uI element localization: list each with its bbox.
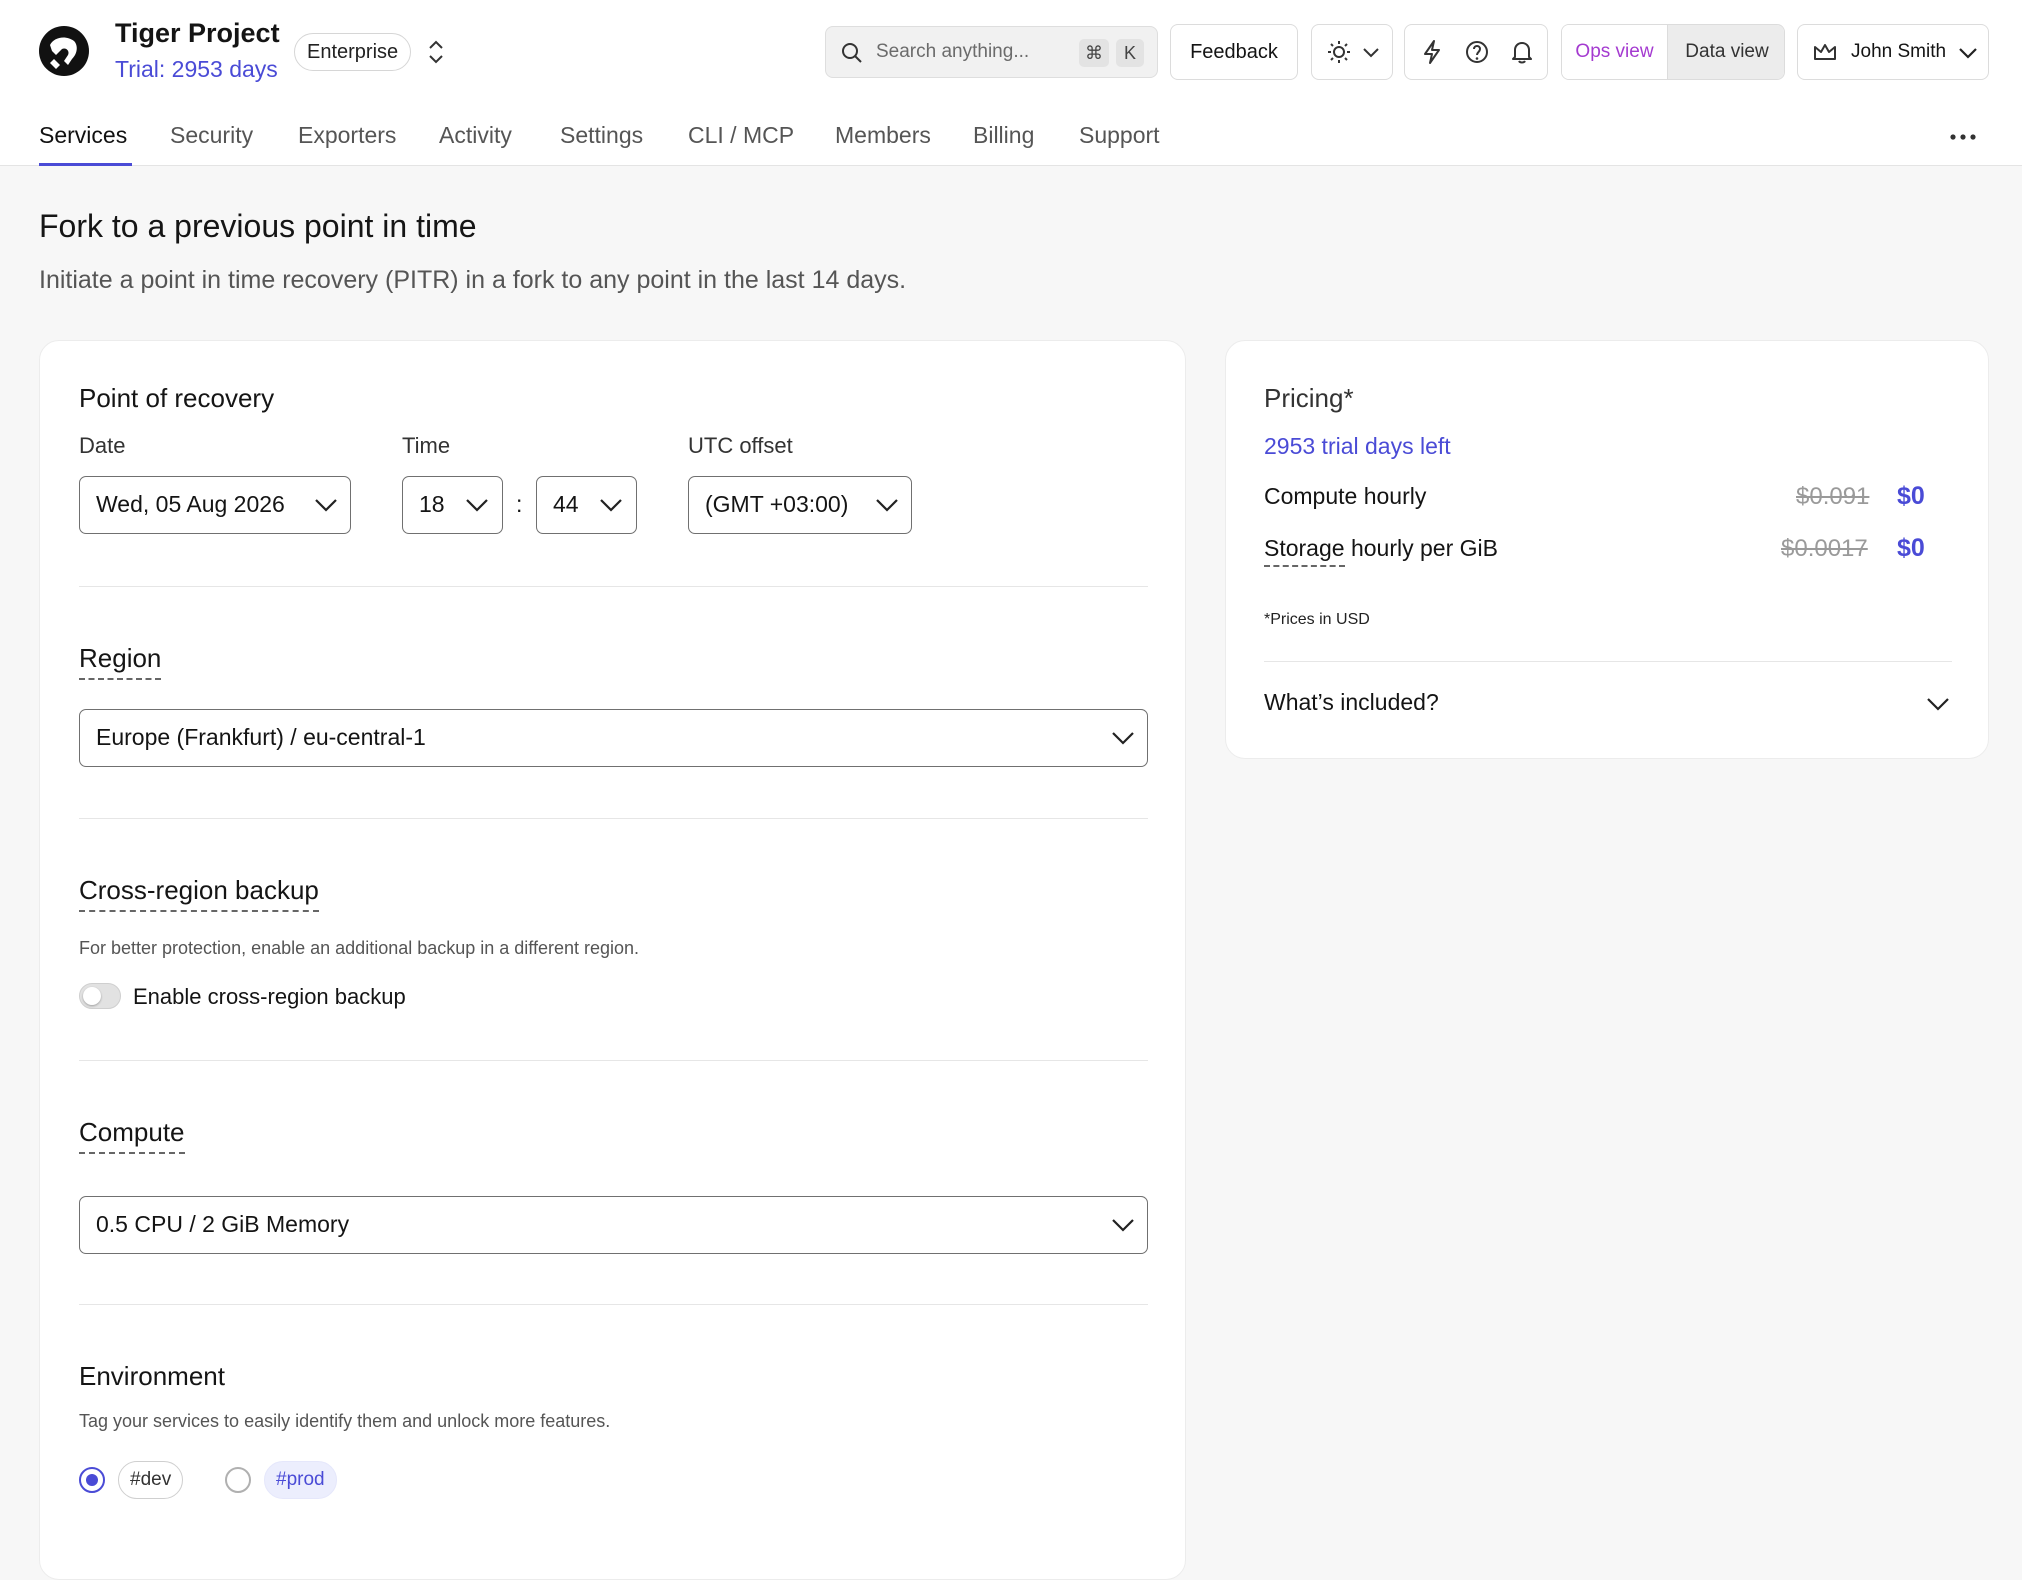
- env-dev-radio[interactable]: [79, 1467, 105, 1493]
- fork-form-card: Point of recovery Date Wed, 05 Aug 2026 …: [39, 340, 1186, 1580]
- environment-title: Environment: [79, 1361, 225, 1391]
- env-prod-tag[interactable]: #prod: [264, 1461, 337, 1499]
- pricing-trial-left: 2953 trial days left: [1264, 433, 1451, 459]
- cross-region-toggle[interactable]: [79, 983, 121, 1009]
- user-name: John Smith: [1851, 41, 1947, 62]
- region-title[interactable]: Region: [79, 643, 162, 680]
- active-tab-indicator: [39, 163, 132, 166]
- pricing-card: Pricing* 2953 trial days left Compute ho…: [1225, 340, 1989, 759]
- whats-included-toggle[interactable]: What’s included?: [1264, 689, 1439, 716]
- user-menu-button[interactable]: John Smith: [1797, 24, 1989, 80]
- tab-billing[interactable]: Billing: [973, 122, 1034, 149]
- plan-badge: Enterprise: [294, 33, 412, 71]
- tiger-logo-icon[interactable]: [38, 25, 90, 77]
- tab-cli-mcp[interactable]: CLI / MCP: [688, 122, 794, 149]
- tab-members[interactable]: Members: [835, 122, 931, 149]
- search-placeholder: Search anything...: [876, 41, 1030, 62]
- date-select[interactable]: Wed, 05 Aug 2026: [79, 476, 351, 534]
- crown-icon: [1814, 44, 1836, 60]
- prices-currency-note: *Prices in USD: [1264, 611, 1370, 628]
- utc-offset-select[interactable]: (GMT +03:00): [688, 476, 912, 534]
- page-subtitle: Initiate a point in time recovery (PITR)…: [39, 266, 907, 294]
- utc-offset-label: UTC offset: [688, 433, 793, 458]
- section-divider: [79, 818, 1148, 819]
- bell-icon[interactable]: [1509, 39, 1535, 65]
- chevron-down-icon: [600, 499, 622, 512]
- section-divider: [79, 1304, 1148, 1305]
- region-value: Europe (Frankfurt) / eu-central-1: [96, 724, 426, 750]
- top-bar: Tiger Project Trial: 2953 days Enterpris…: [0, 0, 2022, 104]
- main-tabs: Services Security Exporters Activity Set…: [0, 104, 2022, 166]
- chevron-down-icon: [1112, 732, 1134, 745]
- storage-term[interactable]: Storage: [1264, 535, 1345, 567]
- project-name[interactable]: Tiger Project: [115, 18, 280, 49]
- compute-new-price: $0: [1897, 482, 1925, 510]
- section-divider: [79, 586, 1148, 587]
- chevron-down-icon: [1112, 1219, 1134, 1232]
- chevron-down-icon: [1959, 48, 1977, 59]
- hour-value: 18: [419, 491, 445, 517]
- utc-offset-value: (GMT +03:00): [705, 491, 849, 517]
- data-view-button[interactable]: Data view: [1668, 25, 1784, 79]
- minute-value: 44: [553, 491, 579, 517]
- cross-region-toggle-label: Enable cross-region backup: [133, 984, 406, 1009]
- minute-select[interactable]: 44: [536, 476, 637, 534]
- shortcut-cmd-key: ⌘: [1079, 39, 1109, 67]
- compute-old-price: $0.091: [1796, 483, 1870, 510]
- storage-old-price: $0.0017: [1781, 535, 1868, 562]
- pricing-divider: [1264, 661, 1952, 662]
- date-label: Date: [79, 433, 126, 458]
- compute-select[interactable]: 0.5 CPU / 2 GiB Memory: [79, 1196, 1148, 1254]
- environment-helper: Tag your services to easily identify the…: [79, 1411, 611, 1431]
- compute-value: 0.5 CPU / 2 GiB Memory: [96, 1211, 350, 1237]
- project-switcher-icon[interactable]: [425, 38, 447, 66]
- tab-services[interactable]: Services: [39, 122, 127, 149]
- tab-activity[interactable]: Activity: [439, 122, 512, 149]
- chevron-down-icon: [315, 499, 337, 512]
- tab-support[interactable]: Support: [1079, 122, 1160, 149]
- view-switcher: Ops view Data view: [1561, 24, 1785, 80]
- cross-region-backup-title[interactable]: Cross-region backup: [79, 875, 319, 912]
- point-of-recovery-title: Point of recovery: [79, 383, 275, 413]
- tools-group: [1404, 24, 1548, 80]
- chevron-down-icon: [876, 499, 898, 512]
- help-icon[interactable]: [1464, 39, 1490, 65]
- search-icon: [842, 43, 862, 63]
- shortcut-k-key: K: [1116, 39, 1144, 67]
- pricing-title: Pricing*: [1264, 383, 1354, 413]
- date-value: Wed, 05 Aug 2026: [96, 491, 285, 517]
- theme-toggle-button[interactable]: [1311, 24, 1393, 80]
- tab-security[interactable]: Security: [170, 122, 253, 149]
- chevron-down-icon[interactable]: [1926, 696, 1950, 712]
- section-divider: [79, 1060, 1148, 1061]
- hour-select[interactable]: 18: [402, 476, 503, 534]
- page-title: Fork to a previous point in time: [39, 208, 477, 244]
- tab-exporters[interactable]: Exporters: [298, 122, 396, 149]
- time-separator: :: [516, 491, 523, 517]
- storage-hourly-label: Storage hourly per GiB: [1264, 535, 1498, 567]
- storage-label-rest: hourly per GiB: [1344, 535, 1498, 561]
- tab-settings[interactable]: Settings: [560, 122, 643, 149]
- chevron-down-icon: [1363, 48, 1379, 58]
- search-input[interactable]: Search anything... ⌘ K: [825, 26, 1158, 78]
- env-prod-radio[interactable]: [225, 1467, 251, 1493]
- region-select[interactable]: Europe (Frankfurt) / eu-central-1: [79, 709, 1148, 767]
- ops-view-button[interactable]: Ops view: [1562, 25, 1668, 79]
- trial-days: Trial: 2953 days: [115, 56, 278, 82]
- chevron-down-icon: [466, 499, 488, 512]
- env-dev-tag[interactable]: #dev: [118, 1461, 184, 1499]
- time-label: Time: [402, 433, 451, 458]
- lightning-icon[interactable]: [1419, 39, 1445, 65]
- compute-title[interactable]: Compute: [79, 1117, 185, 1154]
- more-options-icon[interactable]: [1950, 134, 1976, 140]
- storage-new-price: $0: [1897, 534, 1925, 562]
- sun-icon: [1328, 41, 1350, 63]
- cross-region-helper: For better protection, enable an additio…: [79, 938, 640, 958]
- feedback-button[interactable]: Feedback: [1170, 24, 1298, 80]
- compute-hourly-label: Compute hourly: [1264, 483, 1427, 509]
